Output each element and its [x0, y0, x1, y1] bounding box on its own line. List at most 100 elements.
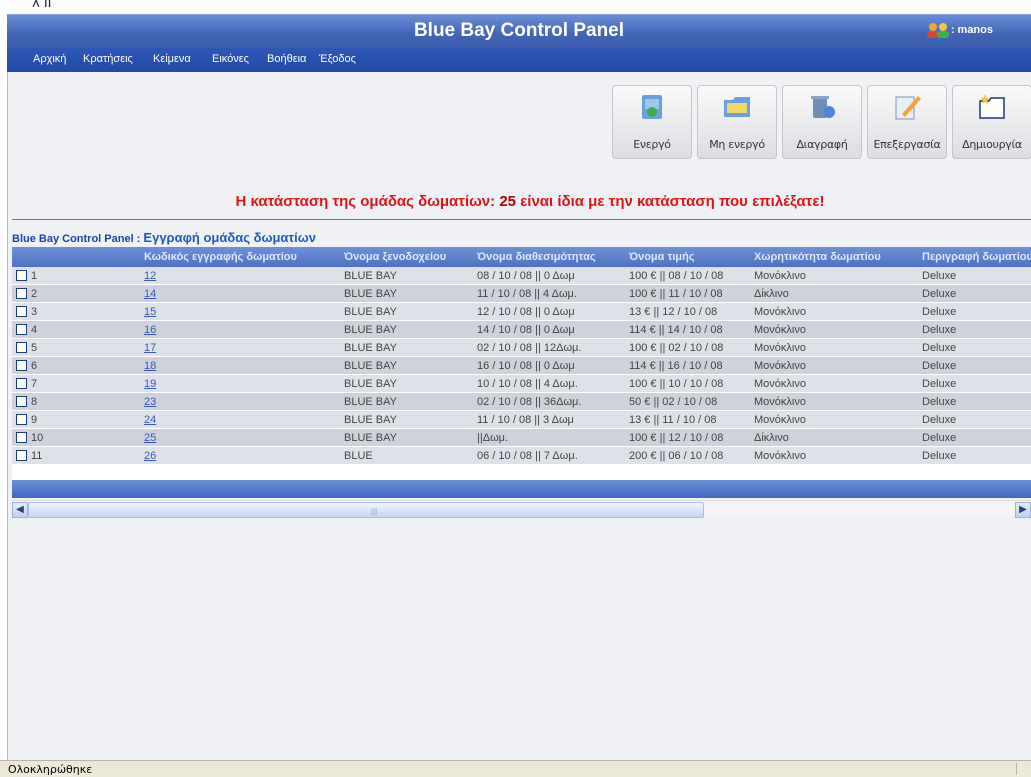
- room-code-link[interactable]: 12: [144, 270, 156, 282]
- cell-capacity: Μονόκλινο: [750, 338, 918, 357]
- room-code-link[interactable]: 19: [144, 378, 156, 390]
- cell-price: 200 € || 06 / 10 / 08: [625, 446, 750, 465]
- menu-item-bookings[interactable]: Κρατήσεις: [83, 53, 133, 65]
- room-code-link[interactable]: 18: [144, 360, 156, 372]
- table-row[interactable]: 2 14 BLUE BAY 11 / 10 / 08 || 4 Δωμ. 100 € |…: [12, 284, 1031, 303]
- row-checkbox[interactable]: [16, 323, 27, 335]
- cell-capacity: Μονόκλινο: [750, 356, 918, 375]
- table-row[interactable]: 4 16 BLUE BAY 14 / 10 / 08 || 0 Δωμ 114 € ||…: [12, 320, 1031, 339]
- scroll-thumb[interactable]: |||: [28, 502, 704, 518]
- create-button[interactable]: Δημιουργία: [952, 85, 1031, 159]
- activate-icon: [642, 95, 662, 119]
- cell-desc: Deluxe: [918, 302, 1031, 321]
- table-row[interactable]: 6 18 BLUE BAY 16 / 10 / 08 || 0 Δωμ 114 € ||…: [12, 356, 1031, 375]
- row-checkbox[interactable]: [16, 413, 27, 425]
- cell-avail: 08 / 10 / 08 || 0 Δωμ: [473, 267, 625, 285]
- table-row[interactable]: 11 26 BLUE 06 / 10 / 08 || 7 Δωμ. 200 € || 0…: [12, 446, 1031, 465]
- cell-price: 114 € || 16 / 10 / 08: [625, 356, 750, 375]
- delete-button[interactable]: Διαγραφή: [782, 85, 862, 159]
- row-select-cell: 6: [12, 356, 140, 375]
- cell-price: 13 € || 12 / 10 / 08: [625, 302, 750, 321]
- cell-avail: 11 / 10 / 08 || 3 Δωμ: [473, 410, 625, 429]
- room-code-link[interactable]: 25: [144, 432, 156, 444]
- cell-code: 23: [140, 392, 340, 411]
- activate-button[interactable]: Ενεργό: [612, 85, 692, 159]
- table-row[interactable]: 10 25 BLUE BAY ||Δωμ. 100 € || 12 / 10 / 08 Δ…: [12, 428, 1031, 447]
- column-header-price[interactable]: Όνομα τιμής: [625, 247, 750, 267]
- cell-desc: Deluxe: [918, 446, 1031, 465]
- edit-button[interactable]: Επεξεργασία: [867, 85, 947, 159]
- cell-capacity: Μονόκλινο: [750, 302, 918, 321]
- menu-item-help[interactable]: Βοήθεια: [267, 53, 306, 65]
- cell-price: 100 € || 12 / 10 / 08: [625, 428, 750, 447]
- table-row[interactable]: 1 12 BLUE BAY 08 / 10 / 08 || 0 Δωμ 100 € ||…: [12, 267, 1031, 285]
- row-checkbox[interactable]: [16, 287, 27, 299]
- menu-item-logout[interactable]: Έξοδος: [319, 53, 356, 65]
- horizontal-scrollbar[interactable]: ◀ ||| ▶: [12, 500, 1031, 518]
- column-header-select: [12, 247, 140, 267]
- cell-hotel: BLUE BAY: [340, 410, 473, 429]
- row-checkbox[interactable]: [16, 305, 27, 317]
- cell-hotel: BLUE BAY: [340, 356, 473, 375]
- cell-avail: 02 / 10 / 08 || 12Δωμ.: [473, 338, 625, 357]
- cell-capacity: Μονόκλινο: [750, 267, 918, 285]
- cell-capacity: Μονόκλινο: [750, 446, 918, 465]
- menu-item-texts[interactable]: Κείμενα: [153, 53, 191, 65]
- cell-avail: 10 / 10 / 08 || 4 Δωμ.: [473, 374, 625, 393]
- column-header-hotel[interactable]: Όνομα ξενοδοχείου: [340, 247, 473, 267]
- room-code-link[interactable]: 14: [144, 288, 156, 300]
- table-row[interactable]: 3 15 BLUE BAY 12 / 10 / 08 || 0 Δωμ 13 € || …: [12, 302, 1031, 321]
- row-checkbox[interactable]: [16, 377, 27, 389]
- column-header-capacity[interactable]: Χωρητικότητα δωματίου: [750, 247, 918, 267]
- menu-item-home[interactable]: Αρχική: [33, 53, 66, 65]
- cell-capacity: Μονόκλινο: [750, 410, 918, 429]
- cell-desc: Deluxe: [918, 392, 1031, 411]
- table-row[interactable]: 8 23 BLUE BAY 02 / 10 / 08 || 36Δωμ. 50 € ||…: [12, 392, 1031, 411]
- cell-hotel: BLUE BAY: [340, 302, 473, 321]
- room-code-link[interactable]: 16: [144, 324, 156, 336]
- room-code-link[interactable]: 17: [144, 342, 156, 354]
- room-code-link[interactable]: 24: [144, 414, 156, 426]
- status-bar: Ολοκληρώθηκε: [0, 760, 1031, 777]
- cell-price: 100 € || 11 / 10 / 08: [625, 284, 750, 303]
- row-checkbox[interactable]: [16, 449, 27, 461]
- title-bar: Blue Bay Control Panel : manos: [7, 14, 1031, 48]
- row-checkbox[interactable]: [16, 341, 27, 353]
- cell-hotel: BLUE BAY: [340, 338, 473, 357]
- room-code-link[interactable]: 15: [144, 306, 156, 318]
- cell-price: 100 € || 02 / 10 / 08: [625, 338, 750, 357]
- menu-item-images[interactable]: Εικόνες: [212, 53, 249, 65]
- create-label: Δημιουργία: [962, 138, 1022, 151]
- cell-code: 16: [140, 320, 340, 339]
- column-header-availability[interactable]: Όνομα διαθεσιμότητας: [473, 247, 625, 267]
- room-code-link[interactable]: 23: [144, 396, 156, 408]
- cell-price: 100 € || 08 / 10 / 08: [625, 267, 750, 285]
- cell-avail: 11 / 10 / 08 || 4 Δωμ.: [473, 284, 625, 303]
- row-checkbox[interactable]: [16, 359, 27, 371]
- column-header-room-code[interactable]: Κωδικός εγγραφής δωματίου: [140, 247, 340, 267]
- row-number: 9: [31, 413, 38, 426]
- table-row[interactable]: 7 19 BLUE BAY 10 / 10 / 08 || 4 Δωμ. 100 € |…: [12, 374, 1031, 393]
- row-number: 7: [31, 377, 38, 390]
- activate-label: Ενεργό: [633, 138, 671, 151]
- row-number: 8: [31, 395, 38, 408]
- row-number: 10: [31, 431, 44, 444]
- row-select-cell: 8: [12, 392, 140, 411]
- column-header-description[interactable]: Περιγραφή δωματίου: [918, 247, 1031, 267]
- row-select-cell: 1: [12, 267, 140, 285]
- cell-hotel: BLUE: [340, 446, 473, 465]
- scroll-right-button[interactable]: ▶: [1015, 502, 1031, 518]
- room-code-link[interactable]: 26: [144, 450, 156, 462]
- table-row[interactable]: 9 24 BLUE BAY 11 / 10 / 08 || 3 Δωμ 13 € || …: [12, 410, 1031, 429]
- row-checkbox[interactable]: [16, 395, 27, 407]
- table-row[interactable]: 5 17 BLUE BAY 02 / 10 / 08 || 12Δωμ. 100 € |…: [12, 338, 1031, 357]
- row-checkbox[interactable]: [16, 431, 27, 443]
- scroll-left-button[interactable]: ◀: [12, 502, 28, 518]
- cell-price: 13 € || 11 / 10 / 08: [625, 410, 750, 429]
- deactivate-button[interactable]: Μη ενεργό: [697, 85, 777, 159]
- row-checkbox[interactable]: [16, 269, 27, 281]
- delete-label: Διαγραφή: [796, 138, 848, 151]
- cell-avail: 02 / 10 / 08 || 36Δωμ.: [473, 392, 625, 411]
- cell-code: 19: [140, 374, 340, 393]
- cell-capacity: Δίκλινο: [750, 428, 918, 447]
